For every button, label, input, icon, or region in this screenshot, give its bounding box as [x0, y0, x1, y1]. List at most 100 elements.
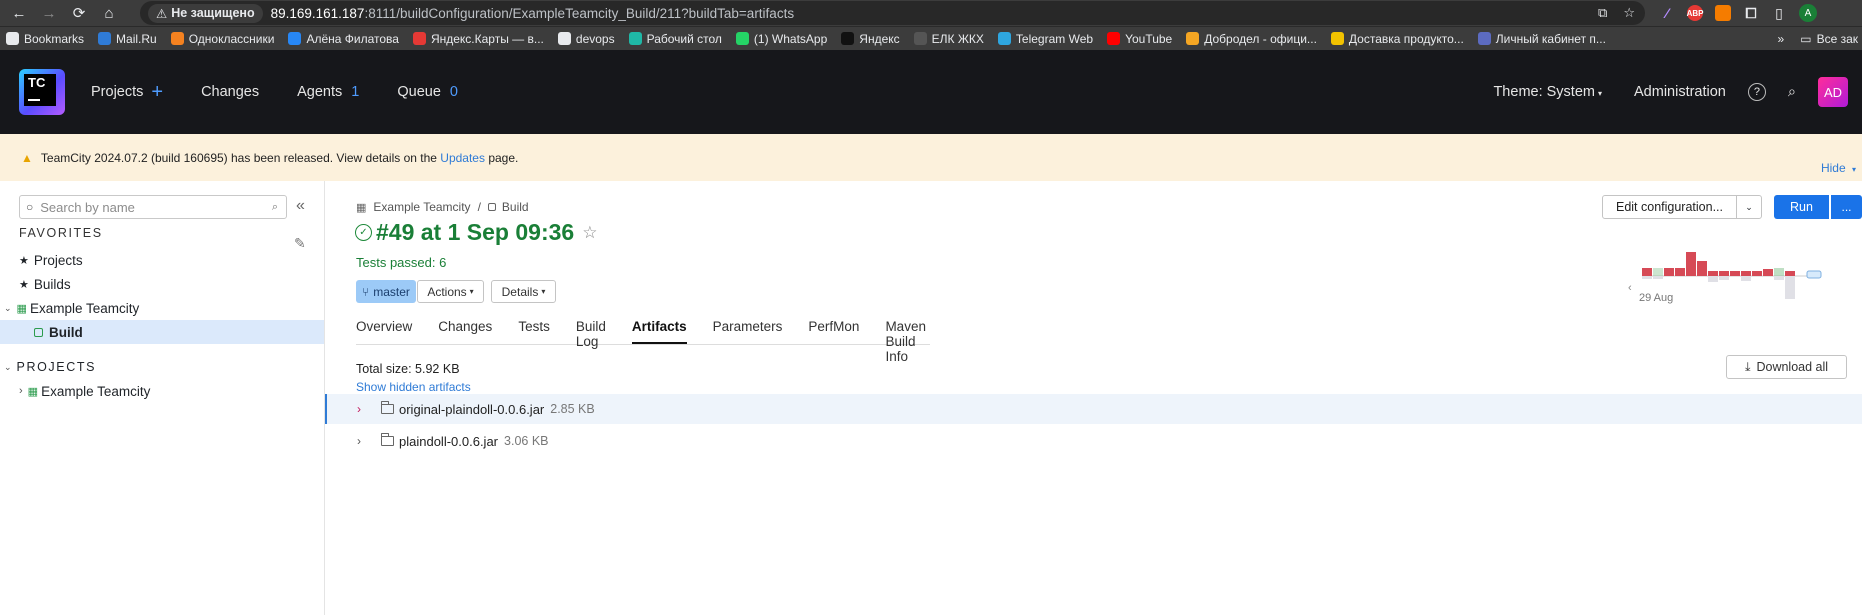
- actions-button[interactable]: Actions ▾: [417, 280, 484, 303]
- details-button[interactable]: Details ▾: [491, 280, 556, 303]
- add-project-icon[interactable]: +: [151, 82, 163, 102]
- bookmark-item[interactable]: ЕЛК ЖКХ: [913, 32, 984, 46]
- puzzle-icon[interactable]: ⧠: [1743, 5, 1759, 21]
- tab-build-log[interactable]: Build Log: [576, 319, 606, 349]
- artifact-name[interactable]: plaindoll-0.0.6.jar: [399, 434, 498, 449]
- nav-changes[interactable]: Changes: [201, 84, 259, 100]
- bookmark-item[interactable]: Рабочий стол: [628, 32, 722, 46]
- address-bar[interactable]: ⚠ Не защищено 89.169.161.187:8111/buildC…: [140, 1, 1645, 25]
- details-label: Details: [501, 284, 539, 299]
- build-history-chart[interactable]: [1620, 236, 1860, 316]
- notice-text: TeamCity 2024.07.2 (build 160695) has be…: [40, 150, 437, 165]
- bookmark-item[interactable]: Добродел - офици...: [1186, 32, 1317, 46]
- sidebar-panel-icon[interactable]: ▯: [1771, 5, 1787, 21]
- show-hidden-artifacts-link[interactable]: Show hidden artifacts: [356, 380, 471, 394]
- profile-avatar[interactable]: A: [1799, 4, 1817, 22]
- breadcrumb-build[interactable]: Build: [502, 200, 529, 214]
- bookmark-item[interactable]: Bookmarks: [6, 32, 84, 46]
- user-avatar[interactable]: AD: [1818, 77, 1848, 107]
- nav-queue-label: Queue: [397, 84, 441, 100]
- run-button[interactable]: Run: [1774, 195, 1829, 219]
- tab-parameters[interactable]: Parameters: [713, 319, 783, 344]
- history-prev-icon[interactable]: ‹: [1628, 282, 1632, 294]
- forward-icon[interactable]: →: [34, 0, 64, 26]
- sidebar-search-input[interactable]: ○ Search by name ⌕: [19, 195, 287, 219]
- bookmark-item[interactable]: Яндекс.Карты — в...: [412, 32, 544, 46]
- edit-configuration-button[interactable]: Edit configuration...: [1602, 195, 1737, 219]
- star-icon[interactable]: ☆: [582, 223, 597, 243]
- other-bookmarks[interactable]: Все зак: [1817, 32, 1858, 46]
- reload-icon[interactable]: ⟳: [64, 0, 94, 26]
- nav-agents[interactable]: Agents 1: [297, 84, 359, 100]
- tab-perfmon[interactable]: PerfMon: [808, 319, 859, 344]
- chevron-down-icon[interactable]: ⌄: [4, 303, 12, 314]
- bookmark-item[interactable]: Яндекс: [841, 32, 900, 46]
- nav-projects[interactable]: Projects +: [91, 82, 163, 102]
- bookmark-item[interactable]: Mail.Ru: [98, 32, 157, 46]
- bookmark-item[interactable]: Доставка продукто...: [1330, 32, 1464, 46]
- back-icon[interactable]: ←: [4, 0, 34, 26]
- nav-queue[interactable]: Queue 0: [397, 84, 458, 100]
- history-bar-duration: [1785, 276, 1795, 299]
- chevron-right-icon[interactable]: ›: [19, 385, 23, 397]
- build-tabs: Overview Changes Tests Build Log Artifac…: [356, 319, 930, 364]
- extension-icon[interactable]: [1715, 5, 1731, 21]
- artifact-name[interactable]: original-plaindoll-0.0.6.jar: [399, 402, 544, 417]
- sidebar-item-project-example-teamcity[interactable]: › ▦ Example Teamcity: [0, 379, 324, 403]
- actions-label: Actions: [427, 284, 467, 299]
- sidebar-item-example-teamcity[interactable]: ⌄ ▦ Example Teamcity: [0, 296, 324, 320]
- projects-section[interactable]: ⌄ PROJECTS: [0, 355, 324, 379]
- bookmark-item[interactable]: devops: [557, 32, 615, 46]
- bookmark-item[interactable]: Личный кабинет п...: [1477, 32, 1606, 46]
- teamcity-logo[interactable]: TC: [19, 69, 65, 115]
- tab-maven-build-info[interactable]: Maven Build Info: [885, 319, 930, 364]
- tab-tests[interactable]: Tests: [518, 319, 550, 344]
- security-chip[interactable]: ⚠ Не защищено: [148, 3, 263, 23]
- bookmark-item[interactable]: YouTube: [1107, 32, 1172, 46]
- bookmark-item[interactable]: Алёна Филатова: [288, 32, 399, 46]
- tests-status[interactable]: Tests passed: 6: [356, 255, 446, 270]
- breadcrumb-project[interactable]: Example Teamcity: [373, 200, 470, 214]
- help-icon[interactable]: ?: [1747, 83, 1766, 101]
- tab-overview[interactable]: Overview: [356, 319, 412, 344]
- chevron-down-icon: ▾: [1851, 165, 1856, 174]
- search-filter-icon[interactable]: ⌕: [272, 201, 278, 214]
- breadcrumb: ▦ Example Teamcity / Build: [356, 200, 529, 214]
- updates-link[interactable]: Updates: [440, 151, 485, 165]
- home-icon[interactable]: ⌂: [94, 0, 124, 26]
- bookmarks-overflow-icon[interactable]: »: [1778, 32, 1785, 46]
- sidebar-item-favorite-builds[interactable]: ★ Builds: [0, 272, 324, 296]
- sidebar-item-build[interactable]: Build: [0, 320, 324, 344]
- bookmark-item[interactable]: Telegram Web: [997, 31, 1094, 46]
- theme-selector[interactable]: Theme: System ▾: [1493, 84, 1602, 100]
- administration-link[interactable]: Administration: [1634, 84, 1726, 100]
- search-icon[interactable]: ⌕: [1788, 84, 1796, 100]
- translate-icon[interactable]: ⧉: [1598, 5, 1607, 21]
- hide-notice-button[interactable]: Hide ▾: [1821, 161, 1856, 175]
- history-bar: [1763, 269, 1773, 276]
- tab-changes[interactable]: Changes: [438, 319, 492, 344]
- branch-badge[interactable]: ⑂ master: [356, 280, 416, 303]
- bookmark-item[interactable]: Одноклассники: [170, 32, 274, 46]
- sidebar-item-favorite-projects[interactable]: ★ Projects: [0, 248, 324, 272]
- queue-count: 0: [449, 84, 458, 100]
- adblock-extension-icon[interactable]: ABP: [1687, 5, 1703, 21]
- bookmark-item[interactable]: (1) WhatsApp: [735, 32, 827, 46]
- branch-icon: ⑂: [362, 284, 370, 299]
- bookmark-star-icon[interactable]: ☆: [1623, 5, 1635, 21]
- chevron-right-icon[interactable]: ›: [357, 402, 371, 416]
- artifact-row[interactable]: › plaindoll-0.0.6.jar 3.06 KB: [325, 426, 1862, 456]
- download-all-button[interactable]: ⤓ Download all: [1726, 355, 1847, 379]
- artifact-row[interactable]: › original-plaindoll-0.0.6.jar 2.85 KB: [325, 394, 1862, 424]
- tab-artifacts[interactable]: Artifacts: [631, 319, 687, 344]
- pen-extension-icon[interactable]: ⁄: [1659, 5, 1675, 21]
- edit-configuration-dropdown[interactable]: ⌄: [1736, 195, 1762, 219]
- run-custom-button[interactable]: ...: [1831, 195, 1862, 219]
- history-date-label: 29 Aug: [1639, 292, 1674, 304]
- breadcrumb-separator: /: [477, 200, 481, 214]
- folder-icon: [557, 32, 571, 45]
- collapse-sidebar-icon[interactable]: «: [296, 197, 305, 215]
- url-host: 89.169.161.187: [270, 5, 365, 21]
- bookmark-label: Telegram Web: [1015, 31, 1094, 46]
- chevron-right-icon[interactable]: ›: [357, 434, 371, 448]
